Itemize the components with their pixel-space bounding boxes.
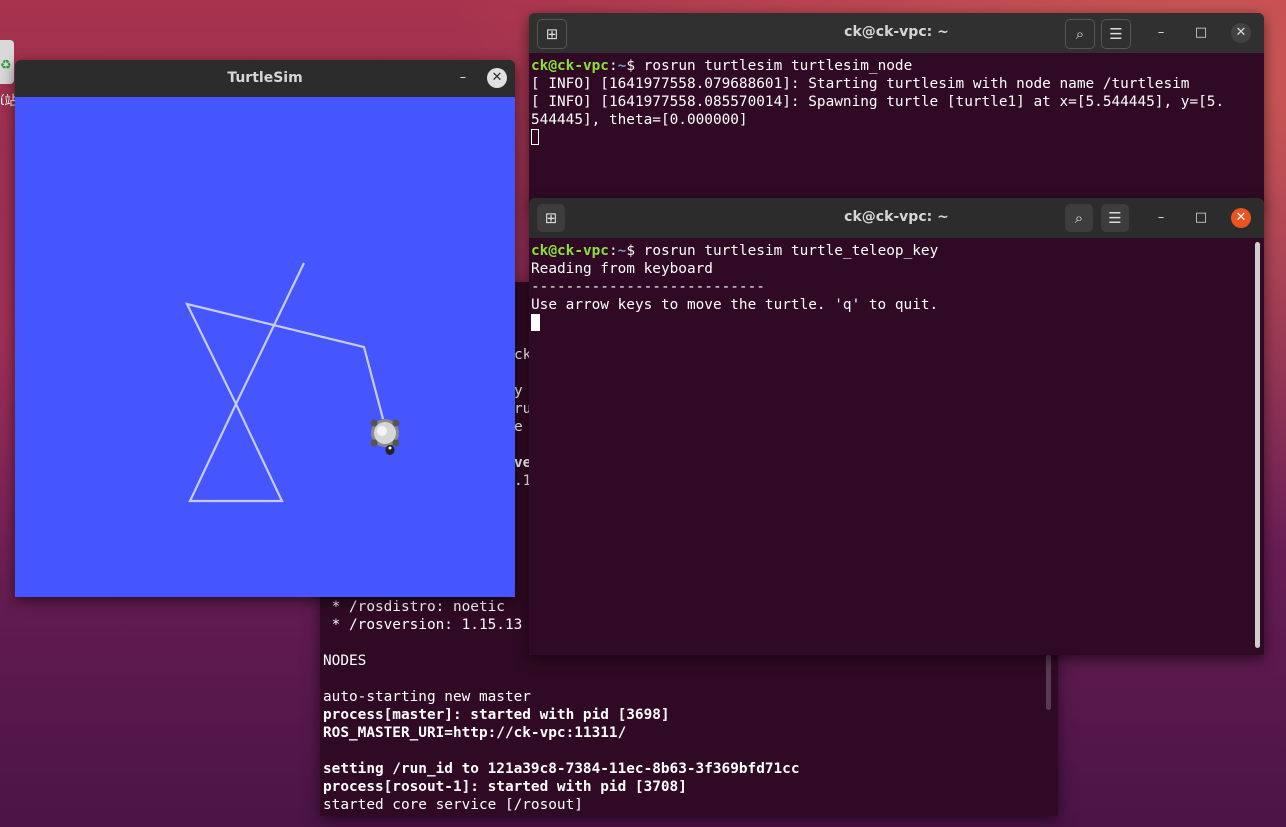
menu-icon[interactable]: ☰ — [1101, 204, 1129, 232]
teleop-terminal-titlebar[interactable]: ⊞ ck@ck-vpc: ~ ⌕ ☰ – □ ✕ — [529, 198, 1264, 238]
node-terminal-window[interactable]: ⊞ ck@ck-vpc: ~ ⌕ ☰ – □ ✕ ck@ck-vpc:~$ ro… — [529, 13, 1264, 208]
turtlesim-canvas — [15, 97, 515, 597]
maximize-icon[interactable]: □ — [1191, 208, 1211, 228]
teleop-scrollbar[interactable] — [1255, 242, 1260, 648]
turtlesim-title: TurtleSim — [227, 70, 303, 86]
turtlesim-close-button[interactable]: ✕ — [487, 68, 507, 88]
output-line: [ INFO] [1641977558.085570014]: Spawning… — [531, 94, 1225, 110]
output-line: started core service [/rosout] — [323, 797, 583, 813]
menu-icon[interactable]: ☰ — [1101, 19, 1131, 49]
roscore-scrollbar[interactable] — [1046, 654, 1051, 710]
turtle-path — [184, 262, 385, 420]
turtlesim-minimize-button[interactable]: – — [453, 68, 473, 88]
terminal-cursor — [531, 129, 539, 145]
prompt-user: ck@ck-vpc — [531, 58, 609, 74]
command-text: rosrun turtlesim turtlesim_node — [635, 58, 913, 74]
turtle-path-drawing — [184, 262, 400, 503]
turtle-icon — [370, 419, 400, 455]
close-icon[interactable]: ✕ — [1231, 208, 1251, 228]
teleop-terminal-window[interactable]: ⊞ ck@ck-vpc: ~ ⌕ ☰ – □ ✕ ck@ck-vpc:~$ ro… — [529, 198, 1264, 655]
trash-desktop-icon[interactable]: ♻ — [0, 40, 14, 84]
close-icon[interactable]: ✕ — [1231, 23, 1251, 43]
terminal-cursor — [531, 314, 540, 331]
output-line: Use arrow keys to move the turtle. 'q' t… — [531, 297, 939, 313]
output-line: --------------------------- — [531, 279, 765, 295]
new-tab-button[interactable]: ⊞ — [537, 204, 565, 232]
output-line: process[master]: started with pid [3698] — [323, 707, 670, 723]
output-line-fragment: y — [514, 383, 523, 399]
minimize-icon[interactable]: – — [1151, 23, 1171, 43]
turtle-path-triangle — [188, 403, 284, 503]
new-tab-button[interactable]: ⊞ — [537, 19, 567, 49]
minimize-icon[interactable]: – — [1151, 208, 1171, 228]
turtlesim-titlebar[interactable]: TurtleSim – ✕ — [15, 60, 515, 97]
recycle-icon: ♻ — [0, 58, 12, 73]
maximize-icon[interactable]: □ — [1191, 23, 1211, 43]
node-terminal-titlebar[interactable]: ⊞ ck@ck-vpc: ~ ⌕ ☰ – □ ✕ — [529, 13, 1264, 53]
search-icon[interactable]: ⌕ — [1065, 19, 1095, 49]
search-icon[interactable]: ⌕ — [1065, 204, 1093, 232]
output-line: auto-starting new master — [323, 689, 531, 705]
turtlesim-window[interactable]: TurtleSim – ✕ — [15, 60, 515, 597]
teleop-terminal-output: ck@ck-vpc:~$ rosrun turtlesim turtle_tel… — [531, 242, 938, 333]
output-line: process[rosout-1]: started with pid [370… — [323, 779, 687, 795]
output-line: 544445], theta=[0.000000] — [531, 112, 748, 128]
output-line-fragment: e — [514, 419, 523, 435]
output-line: Reading from keyboard — [531, 261, 713, 277]
output-line: [ INFO] [1641977558.079688601]: Starting… — [531, 76, 1190, 92]
command-text: rosrun turtlesim turtle_teleop_key — [635, 243, 939, 259]
output-line: setting /run_id to 121a39c8-7384-11ec-8b… — [323, 761, 800, 777]
output-line: ROS_MASTER_URI=http://ck-vpc:11311/ — [323, 725, 627, 741]
node-terminal-output: ck@ck-vpc:~$ rosrun turtlesim turtlesim_… — [531, 57, 1224, 147]
